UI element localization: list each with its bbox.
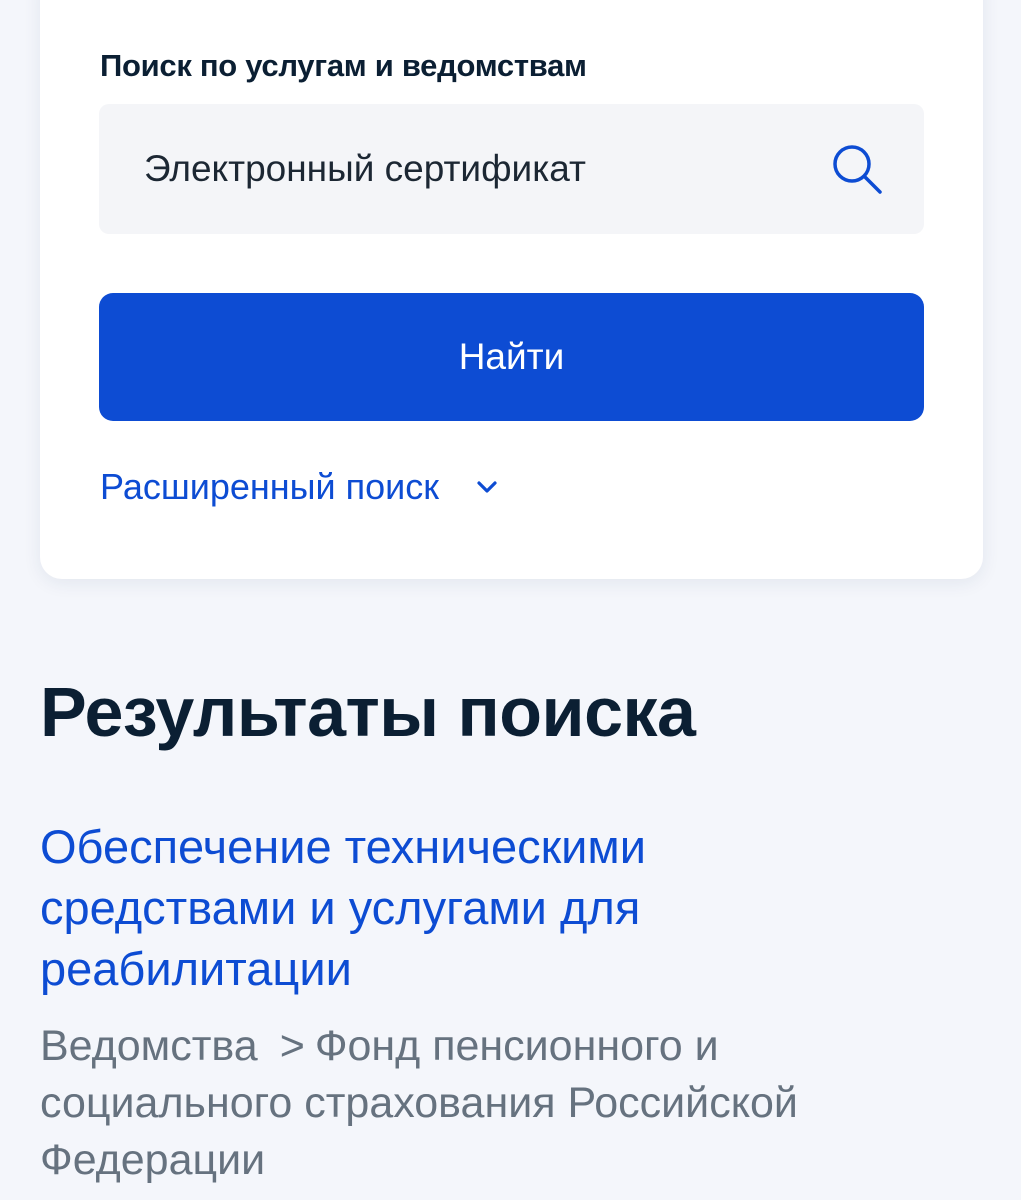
result-title-link[interactable]: Обеспечение техническими средствами и ус… (40, 816, 800, 999)
breadcrumb-root[interactable]: Ведомства (40, 1022, 258, 1070)
results-title: Результаты поиска (40, 673, 696, 751)
search-label: Поиск по услугам и ведомствам (100, 48, 587, 83)
search-input[interactable]: Электронный сертификат (99, 104, 924, 234)
breadcrumb-separator: > (279, 1022, 305, 1070)
chevron-down-icon[interactable] (473, 477, 501, 497)
search-input-value[interactable]: Электронный сертификат (144, 148, 586, 190)
advanced-search-toggle[interactable]: Расширенный поиск (100, 466, 501, 508)
search-icon[interactable] (830, 142, 884, 196)
advanced-search-label[interactable]: Расширенный поиск (100, 466, 439, 508)
result-breadcrumb: Ведомства > Фонд пенсионного и социального… (40, 1018, 920, 1189)
find-button[interactable]: Найти (99, 293, 924, 421)
search-card: Поиск по услугам и ведомствам Электронны… (40, 0, 983, 579)
